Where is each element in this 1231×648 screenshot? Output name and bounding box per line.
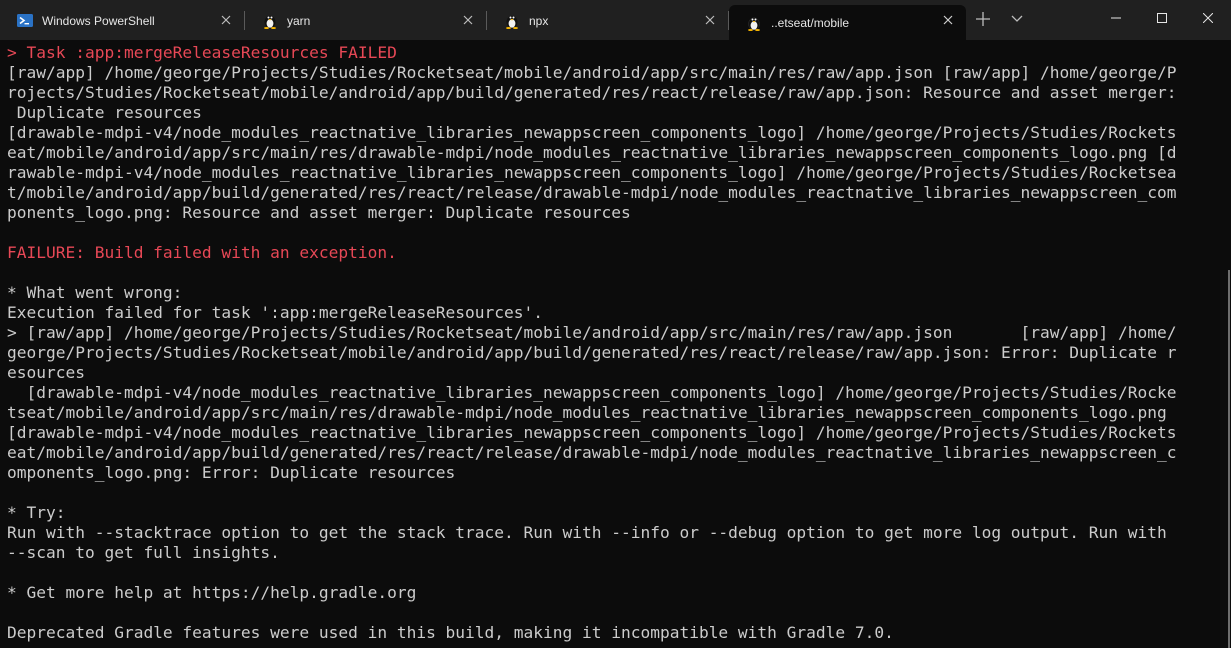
terminal-line: eat/mobile/android/app/build/generated/r… <box>7 443 1177 462</box>
terminal-line: rawable-mdpi-v4/node_modules_reactnative… <box>7 163 1177 182</box>
terminal-line: Execution failed for task ':app:mergeRel… <box>7 303 544 322</box>
terminal-line: * Get more help at https://help.gradle.o… <box>7 583 417 602</box>
tab-dropdown-button[interactable] <box>1002 4 1032 34</box>
tab-label: npx <box>529 13 549 28</box>
tab-windows-powershell[interactable]: Windows PowerShell <box>0 5 245 36</box>
terminal-line: * What went wrong: <box>7 283 183 302</box>
tux-linux-icon <box>262 13 278 29</box>
title-bar: Windows PowerShell yarn npx ..etseat/mob… <box>0 0 1231 40</box>
tab-rocketseat-mobile[interactable]: ..etseat/mobile <box>729 5 966 40</box>
close-tab-icon[interactable] <box>940 12 956 28</box>
scrollbar-thumb[interactable] <box>1228 270 1230 648</box>
terminal-line: george/Projects/Studies/Rocketseat/mobil… <box>7 343 1177 362</box>
powershell-icon <box>17 13 33 29</box>
terminal-line: esources <box>7 363 85 382</box>
tab-label: Windows PowerShell <box>42 13 155 28</box>
close-tab-icon[interactable] <box>218 12 234 28</box>
terminal-line: Duplicate resources <box>7 103 202 122</box>
tux-linux-icon <box>746 15 762 31</box>
tab-npx[interactable]: npx <box>487 5 729 36</box>
terminal-line: ponents_logo.png: Resource and asset mer… <box>7 203 631 222</box>
tab-yarn[interactable]: yarn <box>245 5 487 36</box>
tab-label: yarn <box>287 13 311 28</box>
chevron-down-icon <box>1011 15 1023 22</box>
terminal-line: rojects/Studies/Rocketseat/mobile/androi… <box>7 83 1177 102</box>
terminal-line: [drawable-mdpi-v4/node_modules_reactnati… <box>7 423 1177 442</box>
terminal-line: > [raw/app] /home/george/Projects/Studie… <box>7 323 1177 342</box>
terminal-line: [drawable-mdpi-v4/node_modules_reactnati… <box>7 123 1177 142</box>
terminal-line: [drawable-mdpi-v4/node_modules_reactnati… <box>7 383 1177 402</box>
minimize-button[interactable] <box>1093 0 1139 36</box>
terminal-line: FAILURE: Build failed with an exception. <box>7 243 397 262</box>
tab-label: ..etseat/mobile <box>771 15 850 30</box>
terminal-line: * Try: <box>7 503 66 522</box>
close-tab-icon[interactable] <box>460 12 476 28</box>
terminal-line: omponents_logo.png: Error: Duplicate res… <box>7 463 456 482</box>
terminal-line: Deprecated Gradle features were used in … <box>7 623 894 642</box>
terminal-line: eat/mobile/android/app/src/main/res/draw… <box>7 143 1177 162</box>
maximize-button[interactable] <box>1139 0 1185 36</box>
terminal-line: t/mobile/android/app/build/generated/res… <box>7 183 1177 202</box>
minimize-icon <box>1111 17 1121 19</box>
terminal-line: --scan to get full insights. <box>7 543 280 562</box>
tux-linux-icon <box>504 13 520 29</box>
terminal-line: [raw/app] /home/george/Projects/Studies/… <box>7 63 1177 82</box>
maximize-icon <box>1157 13 1167 23</box>
close-tab-icon[interactable] <box>702 12 718 28</box>
terminal-line: Run with --stacktrace option to get the … <box>7 523 1167 542</box>
terminal-line: tseat/mobile/android/app/src/main/res/dr… <box>7 403 1167 422</box>
terminal-line: > Task :app:mergeReleaseResources FAILED <box>7 43 397 62</box>
close-window-button[interactable] <box>1185 0 1231 36</box>
vertical-scrollbar[interactable] <box>1221 40 1231 648</box>
terminal-output[interactable]: > Task :app:mergeReleaseResources FAILED… <box>0 40 1221 648</box>
plus-icon <box>976 12 990 26</box>
close-icon <box>1203 13 1213 23</box>
new-tab-button[interactable] <box>968 4 998 34</box>
